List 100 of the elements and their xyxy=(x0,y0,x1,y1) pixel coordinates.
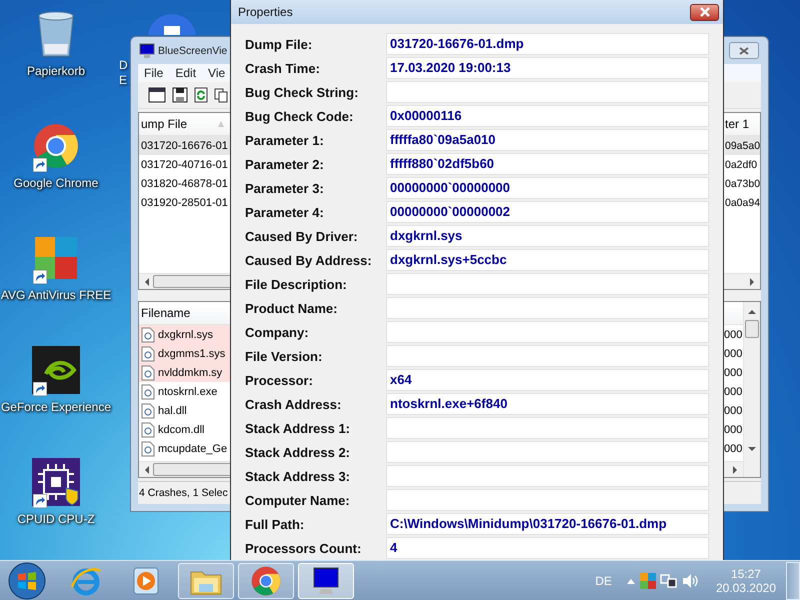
read-only-field[interactable] xyxy=(386,321,709,343)
sort-arrow-icon xyxy=(217,120,225,128)
read-only-field[interactable]: 031720-16676-01.dmp xyxy=(386,33,709,55)
read-only-field[interactable]: dxgkrnl.sys+5ccbc xyxy=(386,249,709,271)
read-only-field[interactable]: fffffa80`09a5a010 xyxy=(386,129,709,151)
file-icon xyxy=(141,364,155,380)
menu-item[interactable]: File xyxy=(144,66,164,80)
read-only-field[interactable]: fffff880`02df5b60 xyxy=(386,153,709,175)
table-cell-text: 000 xyxy=(724,384,743,400)
read-only-field[interactable]: 4 xyxy=(386,537,709,559)
desktop-icon-label[interactable]: D xyxy=(119,58,128,72)
table-cell: dxgmms1.sys xyxy=(158,348,226,360)
read-only-field[interactable] xyxy=(386,297,709,319)
read-only-field[interactable]: 17.03.2020 19:00:13 xyxy=(386,57,709,79)
list-row[interactable]: 031820-46878-01 xyxy=(139,174,231,193)
copy-icon[interactable] xyxy=(214,87,228,103)
field-label: Processors Count: xyxy=(245,540,362,556)
field-label: Stack Address 1: xyxy=(245,420,352,436)
show-desktop-button[interactable] xyxy=(786,562,800,600)
close-button[interactable] xyxy=(690,4,719,20)
close-button[interactable] xyxy=(729,42,759,59)
save-icon[interactable] xyxy=(172,87,188,103)
read-only-field[interactable]: 00000000`00000000 xyxy=(386,177,709,199)
list-row[interactable]: hal.dll xyxy=(139,401,231,420)
read-only-field[interactable]: C:\Windows\Minidump\031720-16676-01.dmp xyxy=(386,513,709,535)
list-row[interactable]: nvlddmkm.sy xyxy=(139,363,231,382)
table-cell-text: 000 xyxy=(724,366,743,380)
field-label: Dump File: xyxy=(245,36,314,52)
table-cell: dxgkrnl.sys xyxy=(158,328,214,340)
read-only-field[interactable]: x64 xyxy=(386,369,709,391)
refresh-icon[interactable] xyxy=(194,87,208,103)
list-row[interactable]: ntoskrnl.exe xyxy=(139,382,231,401)
close-icon xyxy=(698,7,710,17)
list-row[interactable]: 031720-16676-01 xyxy=(139,136,231,155)
menu-item[interactable]: Vie xyxy=(208,66,226,80)
field-label: Parameter 1: xyxy=(245,132,325,148)
window-icon[interactable] xyxy=(148,87,166,103)
file-icon xyxy=(141,402,155,418)
file-icon xyxy=(141,346,155,362)
round-logo-icon[interactable] xyxy=(33,123,79,169)
table-cell: mcupdate_Ge xyxy=(158,442,228,454)
read-only-field[interactable] xyxy=(386,465,709,487)
window-flag-icon xyxy=(7,560,47,600)
field-label: File Version: xyxy=(245,348,324,364)
field-label: Crash Address: xyxy=(245,396,342,412)
desktop-icon-label[interactable]: Google Chrome xyxy=(14,176,98,190)
colored-blocks-icon[interactable] xyxy=(33,235,79,281)
table-cell-text: 0a2df0 xyxy=(725,158,758,172)
dialog-title: Properties xyxy=(238,5,293,19)
file-icon xyxy=(141,326,155,342)
field-label: Caused By Address: xyxy=(245,252,373,268)
eye-logo-icon[interactable] xyxy=(32,346,80,394)
list-row[interactable]: 031920-28501-01 xyxy=(139,193,231,212)
menu-item[interactable]: Edit xyxy=(175,66,196,80)
list-row[interactable]: dxgmms1.sys xyxy=(139,344,231,363)
table-cell: nvlddmkm.sy xyxy=(158,366,222,378)
list-row[interactable]: 031720-40716-01 xyxy=(139,155,231,174)
desktop-icon-label[interactable]: E xyxy=(119,73,128,87)
table-cell-text: 0a73b0 xyxy=(725,176,760,192)
field-label: Parameter 4: xyxy=(245,204,325,220)
window-title: BlueScreenVie xyxy=(158,44,228,56)
table-cell-text: 000 xyxy=(724,442,743,456)
file-icon xyxy=(141,384,155,400)
list-row[interactable]: mcupdate_Ge xyxy=(139,439,231,458)
caret-up-icon[interactable] xyxy=(626,578,636,584)
field-label: Bug Check String: xyxy=(245,84,360,100)
field-label: Parameter 2: xyxy=(245,156,325,172)
network-icon[interactable] xyxy=(660,572,678,588)
table-cell: kdcom.dll xyxy=(158,424,204,436)
read-only-field[interactable]: dxgkrnl.sys xyxy=(386,225,709,247)
read-only-field[interactable] xyxy=(386,273,709,295)
chip-icon[interactable] xyxy=(32,458,80,506)
desktop-icon-label[interactable]: Papierkorb xyxy=(26,64,86,78)
read-only-field[interactable]: 0x00000116 xyxy=(386,105,709,127)
read-only-field[interactable] xyxy=(386,441,709,463)
table-cell-text: 000 xyxy=(724,346,743,362)
field-label: Parameter 3: xyxy=(245,180,325,196)
field-label: Caused By Driver: xyxy=(245,228,359,244)
colored-squares-icon[interactable] xyxy=(640,572,656,588)
table-cell-text: 0a0a94 xyxy=(725,196,760,210)
play-icon xyxy=(132,566,160,596)
read-only-field[interactable] xyxy=(386,345,709,367)
table-cell: hal.dll xyxy=(158,404,187,416)
read-only-field[interactable] xyxy=(386,81,709,103)
field-label: File Description: xyxy=(245,276,348,292)
table-cell-text: 000 xyxy=(724,328,743,342)
list-row[interactable]: dxgkrnl.sys xyxy=(139,325,231,344)
monitor-icon xyxy=(311,566,341,596)
list-row[interactable]: kdcom.dll xyxy=(139,420,231,439)
vertical-scrollbar[interactable] xyxy=(743,302,760,477)
read-only-field[interactable]: ntoskrnl.exe+6f840 xyxy=(386,393,709,415)
read-only-field[interactable] xyxy=(386,489,709,511)
close-icon xyxy=(739,46,749,54)
round-logo-icon xyxy=(251,566,281,596)
field-label: Bug Check Code: xyxy=(245,108,354,124)
trash-bin-icon[interactable] xyxy=(36,10,76,58)
field-label: Product Name: xyxy=(245,300,338,316)
field-label: Processor: xyxy=(245,372,314,388)
read-only-field[interactable]: 00000000`00000002 xyxy=(386,201,709,223)
read-only-field[interactable] xyxy=(386,417,709,439)
